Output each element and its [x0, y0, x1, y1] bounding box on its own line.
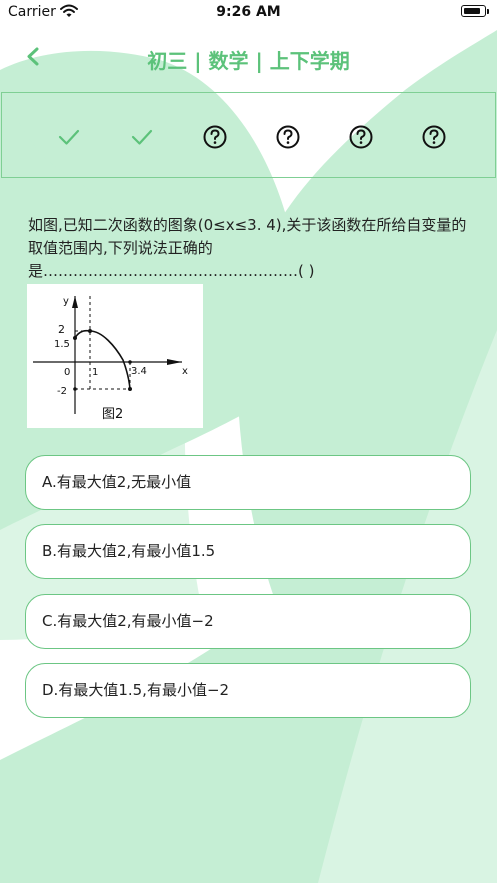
x-axis-label: x [182, 366, 188, 377]
clock-time: 9:26 AM [216, 4, 281, 20]
figure-caption: 图2 [102, 407, 123, 422]
tick-label-x1: 1 [92, 367, 98, 378]
option-c-button[interactable]: C.有最大值2,有最小值−2 [25, 594, 471, 649]
battery-level [463, 7, 480, 14]
option-a-button[interactable]: A.有最大值2,无最小值 [25, 455, 471, 510]
question-circle-icon [349, 125, 373, 149]
option-b-button[interactable]: B.有最大值2,有最小值1.5 [25, 524, 471, 579]
progress-step-5[interactable] [348, 124, 374, 150]
tick-label-y15: 1.5 [54, 339, 70, 350]
check-icon [131, 129, 153, 145]
y-neg2-tick-point [73, 387, 77, 391]
tick-label-origin: 0 [64, 367, 70, 378]
tick-label-y2: 2 [58, 323, 65, 336]
question-circle-icon [203, 125, 227, 149]
check-icon [58, 129, 80, 145]
function-graph: y x 2 1.5 0 1 3.4 -2 图2 [33, 296, 188, 422]
status-bar: Carrier 9:26 AM [0, 0, 497, 26]
question-text: 如图,已知二次函数的图象(0≤x≤3. 4),关于该函数在所给自变量的取值范围内… [28, 216, 467, 280]
x-axis-arrow [167, 359, 182, 365]
tick-label-y-neg2: -2 [57, 386, 67, 397]
battery-tip [487, 9, 489, 14]
tick-label-x34: 3.4 [131, 366, 147, 377]
question-progress-bar [1, 92, 496, 178]
parabola-curve [74, 329, 131, 390]
option-d-button[interactable]: D.有最大值1.5,有最小值−2 [25, 663, 471, 718]
battery-icon [461, 5, 486, 17]
curve-end-point [128, 387, 132, 391]
curve-start-point [73, 336, 77, 340]
question-circle-icon [422, 125, 446, 149]
progress-step-2[interactable] [129, 124, 155, 150]
progress-step-6[interactable] [421, 124, 447, 150]
page-title: 初三 | 数学 | 上下学期 [147, 49, 350, 73]
progress-step-3[interactable] [202, 124, 228, 150]
progress-step-1[interactable] [56, 124, 82, 150]
question-figure: y x 2 1.5 0 1 3.4 -2 图2 [27, 284, 203, 428]
y-axis-label: y [63, 296, 69, 307]
progress-step-4[interactable] [275, 124, 301, 150]
x34-tick-point [128, 360, 132, 364]
question-circle-icon [276, 125, 300, 149]
curve-vertex-point [88, 329, 92, 333]
y-axis-arrow [72, 296, 78, 308]
nav-bar: 初三 | 数学 | 上下学期 [0, 38, 497, 78]
